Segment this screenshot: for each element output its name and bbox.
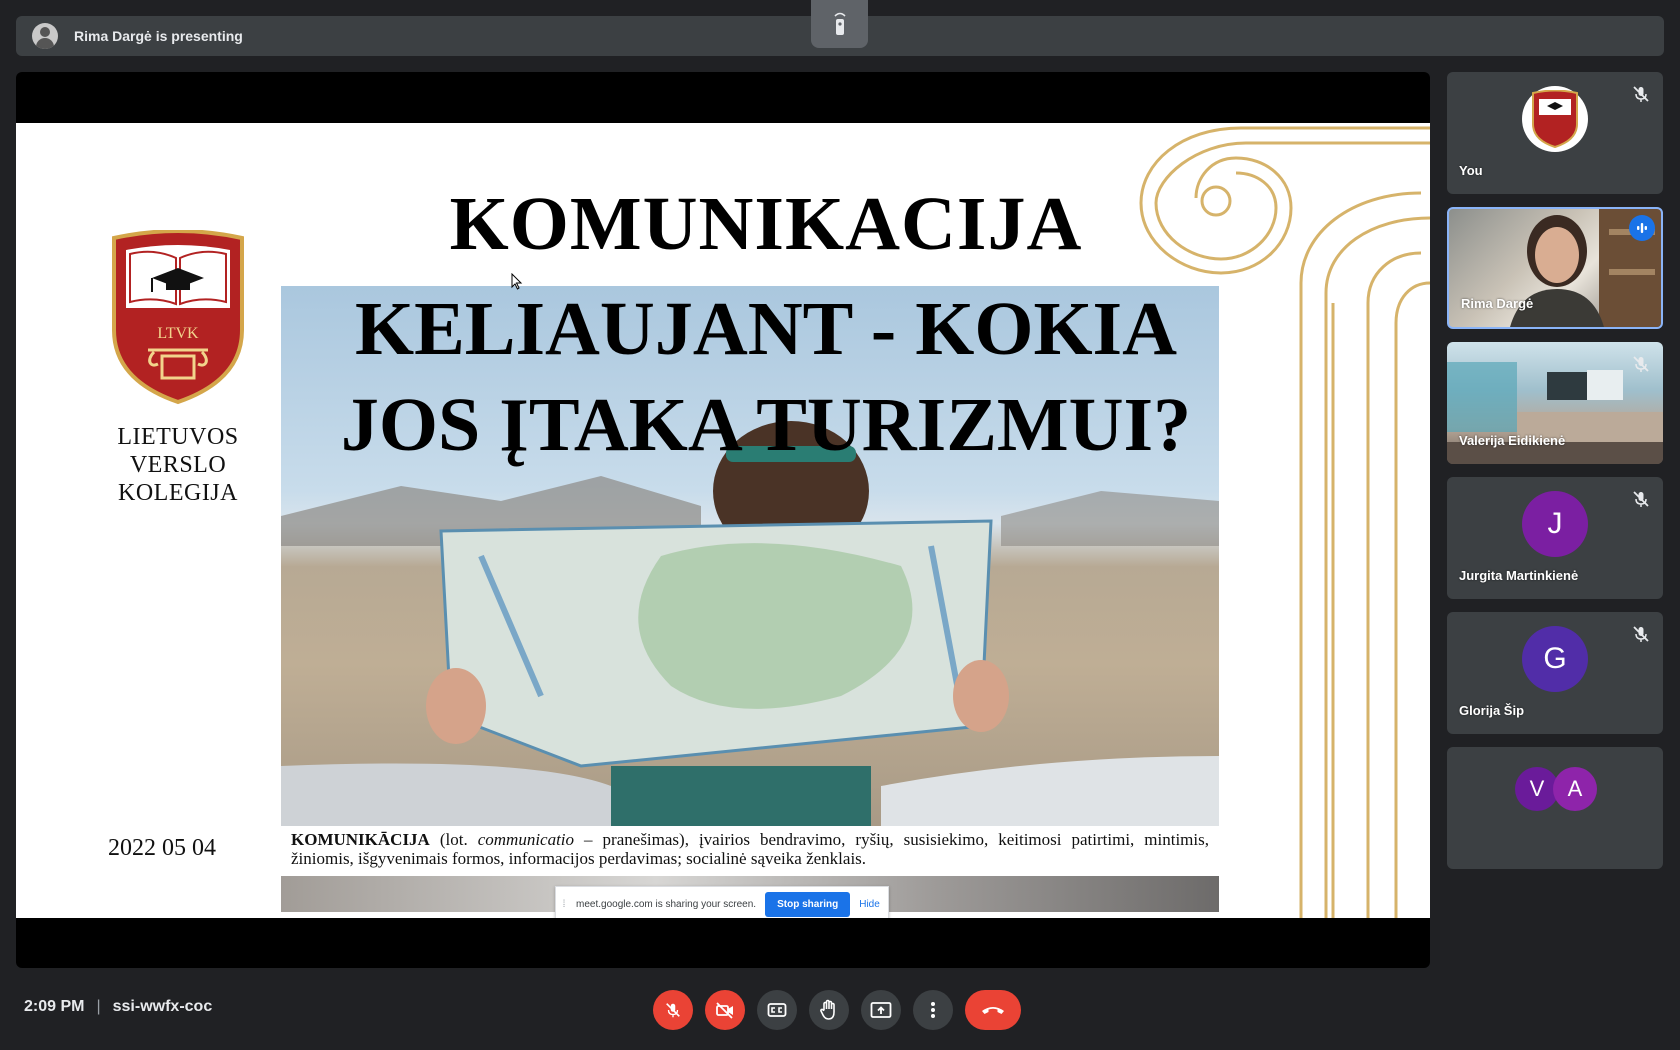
- participant-name: Jurgita Martinkienė: [1459, 568, 1579, 583]
- mic-off-icon: [1633, 491, 1649, 507]
- remote-icon: [833, 12, 846, 35]
- captions-button[interactable]: [757, 990, 797, 1030]
- participant-tile-glorija[interactable]: G Glorija Šip: [1447, 612, 1663, 734]
- slide-title-line-1: KOMUNIKACIJA: [449, 182, 1083, 266]
- camera-off-icon: [716, 1002, 733, 1019]
- meeting-code[interactable]: ssi-wwfx-coc: [113, 998, 213, 1016]
- definition-text: KOMUNIKĀCIJA (lot. communicatio – praneš…: [291, 830, 1209, 868]
- participant-name: You: [1459, 163, 1483, 178]
- share-notice-text: meet.google.com is sharing your screen.: [576, 898, 757, 910]
- remote-control-tab[interactable]: [811, 0, 868, 48]
- mic-off-icon: [1633, 356, 1649, 372]
- camera-toggle-button[interactable]: [705, 990, 745, 1030]
- college-line-3: KOLEGIJA: [118, 480, 238, 506]
- participant-name: Glorija Šip: [1459, 703, 1525, 718]
- raise-hand-button[interactable]: [809, 990, 849, 1030]
- participant-tile-rima[interactable]: Rima Dargė: [1447, 207, 1663, 329]
- presenter-avatar: [32, 23, 58, 49]
- participant-avatar-a: A: [1553, 767, 1597, 811]
- mouse-cursor-icon: [511, 273, 523, 290]
- ltvk-logo-icon: [1532, 90, 1578, 148]
- drag-handle-icon[interactable]: ⁞: [556, 899, 572, 910]
- slide-title-lines-2-3: KELIAUJANT - KOKIA JOS ĮTAKA TURIZMUI?: [278, 281, 1254, 473]
- more-vert-icon: [931, 1002, 935, 1018]
- mic-off-icon: [666, 1003, 680, 1018]
- college-name: LIETUVOS VERSLO KOLEGIJA: [86, 423, 270, 507]
- participant-tile-others[interactable]: V A: [1447, 747, 1663, 869]
- presenting-text: Rima Dargė is presenting: [74, 28, 243, 44]
- mic-off-icon: [1633, 626, 1649, 642]
- more-options-button[interactable]: [913, 990, 953, 1030]
- slide-title-line-2: KELIAUJANT - KOKIA: [354, 287, 1178, 371]
- definition-latin: communicatio: [477, 830, 575, 849]
- definition-lot: (lot.: [429, 830, 478, 849]
- microphone-toggle-button[interactable]: [653, 990, 693, 1030]
- slide-title-line-3: JOS ĮTAKA TURIZMUI?: [340, 383, 1192, 467]
- participant-name: Rima Dargė: [1461, 296, 1534, 311]
- participant-avatar: J: [1522, 491, 1588, 557]
- stop-sharing-button[interactable]: Stop sharing: [765, 891, 851, 917]
- clock: 2:09 PM: [24, 998, 85, 1015]
- participant-tile-you[interactable]: You: [1447, 72, 1663, 194]
- participant-avatar: G: [1522, 626, 1588, 692]
- presentation-stage: LTVK LIETUVOS VERSLO KOLEGIJA KOMUNIKACI…: [16, 72, 1430, 968]
- college-line-1: LIETUVOS: [117, 424, 239, 450]
- end-call-icon: [982, 1007, 1004, 1014]
- screen-share-notice: ⁞ meet.google.com is sharing your screen…: [555, 886, 889, 918]
- participant-name: Valerija Eidikienė: [1459, 433, 1566, 448]
- present-screen-button[interactable]: [861, 990, 901, 1030]
- ltvk-logo: LTVK: [112, 230, 244, 405]
- slide: LTVK LIETUVOS VERSLO KOLEGIJA KOMUNIKACI…: [16, 123, 1430, 918]
- you-avatar: [1522, 86, 1588, 152]
- speaking-indicator-icon: [1629, 215, 1655, 241]
- leave-call-button[interactable]: [965, 990, 1021, 1030]
- meeting-info: 2:09 PM | ssi-wwfx-coc: [24, 998, 212, 1016]
- logo-text: LTVK: [157, 325, 199, 342]
- captions-icon: [767, 1003, 787, 1017]
- hide-notice-button[interactable]: Hide: [859, 899, 880, 910]
- separator: |: [96, 998, 101, 1015]
- college-line-2: VERSLO: [129, 452, 227, 478]
- present-icon: [870, 1002, 892, 1018]
- participant-tile-valerija[interactable]: Valerija Eidikienė: [1447, 342, 1663, 464]
- definition-term: KOMUNIKĀCIJA: [291, 830, 430, 849]
- hand-icon: [820, 999, 835, 1020]
- mic-off-icon: [1633, 86, 1649, 102]
- slide-date: 2022 05 04: [108, 835, 216, 861]
- participant-tile-jurgita[interactable]: J Jurgita Martinkienė: [1447, 477, 1663, 599]
